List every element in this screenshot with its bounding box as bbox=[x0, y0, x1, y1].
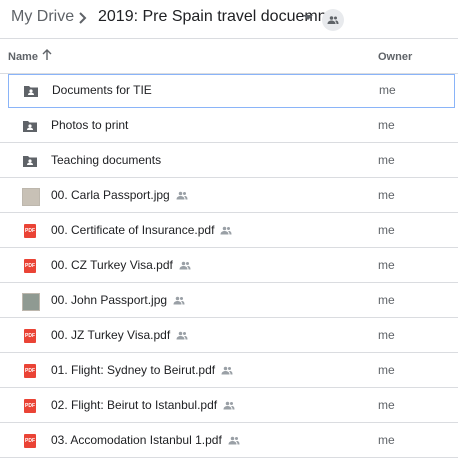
shared-people-button[interactable] bbox=[322, 9, 344, 31]
file-owner: me bbox=[378, 363, 395, 377]
file-list-header: Name Owner bbox=[0, 38, 458, 74]
pdf-icon: PDF bbox=[22, 433, 38, 449]
pdf-badge: PDF bbox=[24, 434, 36, 448]
file-name: 00. JZ Turkey Visa.pdf bbox=[51, 328, 188, 342]
file-name: 00. Certificate of Insurance.pdf bbox=[51, 223, 232, 237]
pdf-icon: PDF bbox=[22, 258, 38, 274]
shared-people-icon bbox=[223, 399, 235, 411]
file-name: 01. Flight: Sydney to Beirut.pdf bbox=[51, 363, 233, 377]
pdf-icon: PDF bbox=[22, 363, 38, 379]
pdf-badge: PDF bbox=[24, 399, 36, 413]
file-row[interactable]: PDF 01. Flight: Sydney to Beirut.pdf me bbox=[0, 353, 458, 388]
caret-down-icon[interactable] bbox=[303, 15, 313, 20]
file-name: 00. CZ Turkey Visa.pdf bbox=[51, 258, 191, 272]
file-row[interactable]: PDF 00. Certificate of Insurance.pdf me bbox=[0, 213, 458, 248]
file-name-text: 00. Certificate of Insurance.pdf bbox=[51, 223, 215, 237]
file-name-text: 00. Carla Passport.jpg bbox=[51, 188, 170, 202]
file-name: Photos to print bbox=[51, 118, 128, 132]
file-row[interactable]: PDF 02. Flight: Beirut to Istanbul.pdf me bbox=[0, 388, 458, 423]
file-row[interactable]: Photos to print me bbox=[0, 108, 458, 143]
top-bar: My Drive 2019: Pre Spain travel docuemnt… bbox=[0, 0, 458, 38]
shared-folder-icon bbox=[22, 118, 38, 134]
sort-arrow-up-icon[interactable] bbox=[42, 49, 52, 61]
pdf-badge: PDF bbox=[24, 329, 36, 343]
file-row[interactable]: PDF 00. JZ Turkey Visa.pdf me bbox=[0, 318, 458, 353]
shared-people-icon bbox=[221, 364, 233, 376]
file-owner: me bbox=[378, 223, 395, 237]
file-name-text: Documents for TIE bbox=[52, 83, 152, 97]
file-list: Documents for TIE me Photos to print me Teac… bbox=[0, 74, 458, 458]
file-name-text: 00. JZ Turkey Visa.pdf bbox=[51, 328, 171, 342]
file-owner: me bbox=[378, 188, 395, 202]
file-row[interactable]: PDF 00. CZ Turkey Visa.pdf me bbox=[0, 248, 458, 283]
file-owner: me bbox=[378, 433, 395, 447]
breadcrumb-my-drive[interactable]: My Drive bbox=[11, 8, 74, 26]
file-owner: me bbox=[378, 398, 395, 412]
name-column-header[interactable]: Name bbox=[8, 51, 38, 63]
file-row[interactable]: PDF 03. Accomodation Istanbul 1.pdf me bbox=[0, 423, 458, 458]
file-owner: me bbox=[378, 293, 395, 307]
people-icon bbox=[327, 16, 339, 24]
shared-people-icon bbox=[228, 434, 240, 446]
file-name: Teaching documents bbox=[51, 153, 161, 167]
file-name-text: 03. Accomodation Istanbul 1.pdf bbox=[51, 433, 222, 447]
file-name-text: 02. Flight: Beirut to Istanbul.pdf bbox=[51, 398, 218, 412]
file-name: 03. Accomodation Istanbul 1.pdf bbox=[51, 433, 240, 447]
shared-people-icon bbox=[176, 189, 188, 201]
file-name-text: 00. CZ Turkey Visa.pdf bbox=[51, 258, 173, 272]
file-name-text: 00. John Passport.jpg bbox=[51, 293, 168, 307]
shared-people-icon bbox=[176, 329, 188, 341]
file-name: 00. Carla Passport.jpg bbox=[51, 188, 188, 202]
file-row[interactable]: Teaching documents me bbox=[0, 143, 458, 178]
owner-column-header: Owner bbox=[378, 51, 413, 63]
file-name: 02. Flight: Beirut to Istanbul.pdf bbox=[51, 398, 235, 412]
file-owner: me bbox=[378, 153, 395, 167]
pdf-badge: PDF bbox=[24, 224, 36, 238]
pdf-badge: PDF bbox=[24, 364, 36, 378]
file-owner: me bbox=[378, 118, 395, 132]
shared-folder-icon bbox=[23, 83, 39, 99]
file-row[interactable]: 00. Carla Passport.jpg me bbox=[0, 178, 458, 213]
file-owner: me bbox=[379, 83, 396, 97]
image-thumbnail-icon bbox=[22, 293, 40, 311]
pdf-badge: PDF bbox=[24, 259, 36, 273]
file-name-text: Photos to print bbox=[51, 118, 129, 132]
file-name-text: Teaching documents bbox=[51, 153, 162, 167]
pdf-icon: PDF bbox=[22, 398, 38, 414]
file-owner: me bbox=[378, 328, 395, 342]
pdf-icon: PDF bbox=[22, 328, 38, 344]
chevron-right-icon bbox=[79, 12, 87, 24]
file-row[interactable]: Documents for TIE me bbox=[8, 74, 455, 108]
file-name-text: 01. Flight: Sydney to Beirut.pdf bbox=[51, 363, 216, 377]
shared-people-icon bbox=[179, 259, 191, 271]
file-owner: me bbox=[378, 258, 395, 272]
shared-people-icon bbox=[173, 294, 185, 306]
file-row[interactable]: 00. John Passport.jpg me bbox=[0, 283, 458, 318]
image-thumbnail-icon bbox=[22, 188, 40, 206]
file-name: Documents for TIE bbox=[52, 83, 152, 97]
shared-folder-icon bbox=[22, 153, 38, 169]
file-name: 00. John Passport.jpg bbox=[51, 293, 185, 307]
shared-people-icon bbox=[220, 224, 232, 236]
pdf-icon: PDF bbox=[22, 223, 38, 239]
